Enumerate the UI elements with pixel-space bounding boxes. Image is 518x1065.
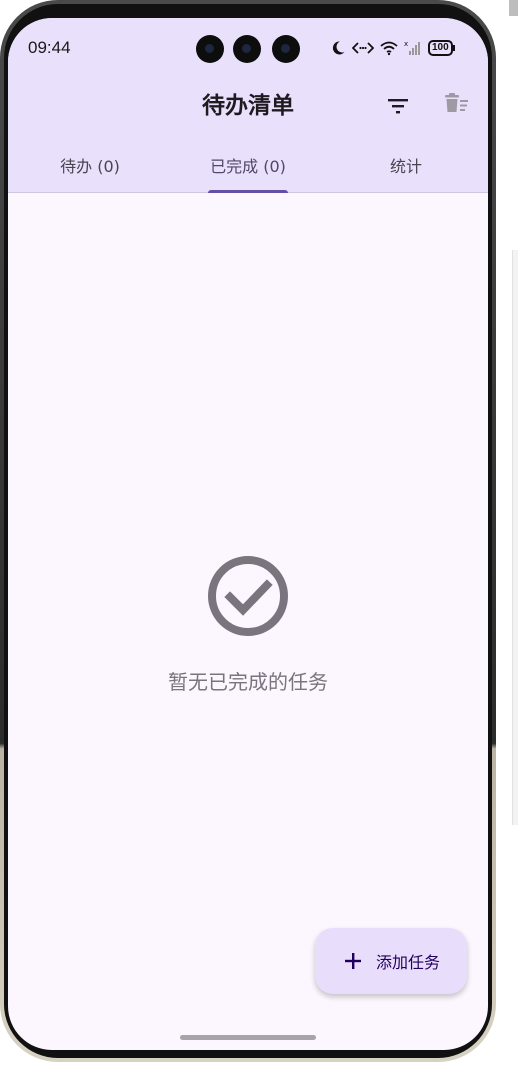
battery-icon: 100 (428, 40, 455, 56)
camera-icon (196, 35, 224, 63)
tab-todo[interactable]: 待办 (0) (48, 153, 132, 177)
empty-state-message: 暂无已完成的任务 (168, 670, 328, 694)
data-arrows-icon (352, 42, 374, 54)
tab-completed[interactable]: 已完成 (0) (198, 153, 298, 177)
camera-icon (233, 35, 261, 63)
tab-statistics[interactable]: 统计 (382, 153, 430, 177)
status-time: 09:44 (28, 38, 71, 57)
moon-icon (332, 41, 345, 55)
svg-text:x: x (404, 40, 408, 48)
tab-indicator (208, 190, 288, 193)
add-task-button[interactable]: 添加任务 (315, 928, 467, 994)
delete-sweep-icon (445, 93, 468, 112)
signal-icon: x (404, 40, 420, 55)
wifi-icon (380, 41, 398, 56)
plus-icon (344, 953, 361, 969)
background-edge (509, 0, 518, 16)
filter-button[interactable] (382, 90, 414, 122)
check-circle-icon (208, 556, 288, 636)
app-header: 09:44 x 100 待办清单 待办 (0) 已完成 (0) 统计 (8, 18, 488, 193)
clear-completed-button[interactable] (440, 88, 472, 120)
background-card (512, 250, 518, 825)
phone-frame: 09:44 x 100 待办清单 待办 (0) 已完成 (0) 统计 暂无已完成… (0, 0, 496, 1062)
camera-icon (272, 35, 300, 63)
filter-icon (388, 99, 408, 114)
add-task-label: 添加任务 (375, 953, 440, 972)
app-screen: 09:44 x 100 待办清单 待办 (0) 已完成 (0) 统计 暂无已完成… (8, 18, 488, 1050)
status-icons: x 100 (330, 38, 455, 58)
page-title: 待办清单 (202, 93, 294, 119)
home-indicator[interactable] (180, 1035, 316, 1040)
